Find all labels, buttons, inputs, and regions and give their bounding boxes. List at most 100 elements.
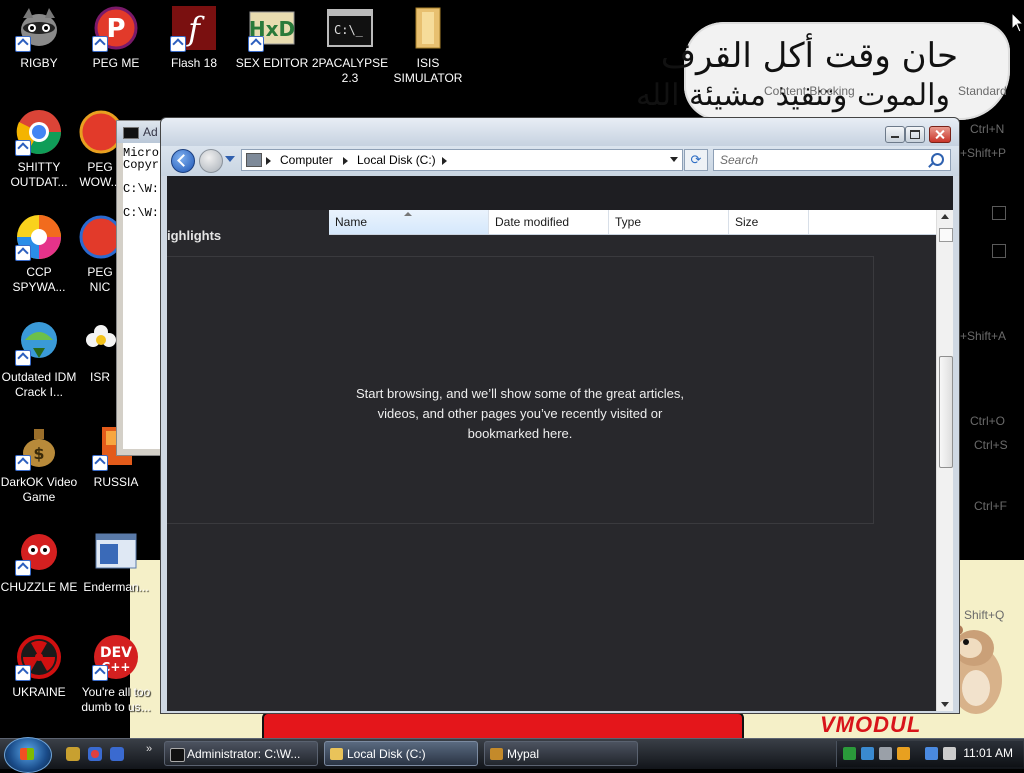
scroll-thumb[interactable] [939, 356, 953, 468]
chevron-right-icon[interactable] [266, 157, 271, 165]
svg-text:$: $ [33, 444, 44, 463]
raccoon-icon [15, 4, 63, 52]
empty-state-message: Start browsing, and we’ll show some of t… [167, 384, 873, 444]
task-local-disk[interactable]: Local Disk (C:) [324, 741, 478, 766]
mypal-icon [490, 748, 503, 760]
task-label: Local Disk (C:) [347, 747, 426, 761]
shortcut-arrow-icon [15, 665, 31, 681]
refresh-button[interactable]: ⟳ [684, 149, 708, 171]
desktop-icon-label: Flash 18 [170, 56, 218, 70]
speech-bubble: حان وقت أكل القرف والموت وتنفيذ مشيئة ال… [636, 22, 1010, 120]
document-window-icon [92, 528, 140, 576]
speech-bubble-line-1: حان وقت أكل القرف [660, 36, 958, 76]
flash-player-icon: f [170, 4, 218, 52]
quick-launch-icon[interactable] [66, 747, 80, 761]
wallpaper-text: VMODUL [820, 712, 922, 737]
volume-icon[interactable] [943, 747, 956, 760]
scroll-up-icon[interactable] [941, 214, 949, 219]
chevron-right-icon[interactable] [343, 157, 348, 165]
tray-search-icon[interactable] [897, 747, 910, 760]
desktop-icon-peg-me[interactable]: P PEG ME [77, 4, 155, 71]
scroll-top-box[interactable] [939, 228, 953, 242]
clock[interactable]: 11:01 AM [963, 746, 1013, 760]
ghost-ctrl-s: Ctrl+S [974, 438, 1008, 452]
ghost-ctrl-n: Ctrl+N [970, 122, 1005, 136]
desktop-icon-label: 2PACALYPSE 2.3 [311, 56, 389, 85]
cmd-window[interactable]: Ad Micro Copyr C:\W: C:\W: [116, 120, 164, 456]
column-header-type[interactable]: Type [609, 210, 729, 234]
desktop-icon-ukraine[interactable]: UKRAINE [0, 633, 78, 700]
column-header-row: Name Date modified Type Size [329, 210, 937, 235]
search-input[interactable]: Search [713, 149, 951, 171]
download-manager-icon [15, 318, 63, 366]
desktop-icon-label: ISIS SIMULATOR [393, 56, 463, 85]
maximize-button[interactable] [905, 126, 925, 143]
search-placeholder: Search [720, 153, 759, 167]
desktop-icon-dev-cpp[interactable]: DEV C++ You're all too dumb to us... [77, 633, 155, 715]
svg-text:C:\_: C:\_ [334, 23, 364, 37]
ghost-shift-a: +Shift+A [960, 329, 1007, 343]
hxd-editor-icon: HxD [248, 4, 296, 52]
highlights-panel: Start browsing, and we’ll show some of t… [167, 256, 874, 524]
money-bag-icon: $ [15, 423, 63, 471]
forward-button[interactable] [199, 149, 223, 173]
desktop-icon-isis-simulator[interactable]: ISIS SIMULATOR [389, 4, 467, 86]
show-desktop-icon[interactable] [110, 747, 124, 761]
desktop-icon-sex-editor[interactable]: HxD SEX EDITOR [233, 4, 311, 71]
back-button[interactable] [171, 149, 195, 173]
desktop-icon-label: UKRAINE [12, 685, 66, 699]
desktop-icon-label: SHITTY OUTDAT... [10, 160, 68, 189]
minimize-button[interactable] [885, 126, 905, 143]
desktop-icon-2pacalypse[interactable]: C:\_ 2PACALYPSE 2.3 [311, 4, 389, 86]
shortcut-arrow-icon [248, 36, 264, 52]
tray-app-icon[interactable] [861, 747, 874, 760]
desktop-icon-darkok[interactable]: $ DarkOK Video Game [0, 423, 78, 505]
desktop-icon-outdated-idm[interactable]: Outdated IDM Crack I... [0, 318, 78, 400]
desktop-icon-label: PEG ME [92, 56, 140, 70]
desktop-icon-rigby[interactable]: RIGBY [0, 4, 78, 71]
ghost-content-blocking: Content Blocking [764, 84, 855, 98]
task-cmd[interactable]: Administrator: C:\W... [164, 741, 318, 766]
ghost-standard: Standard [958, 84, 1007, 98]
task-mypal[interactable]: Mypal [484, 741, 638, 766]
desktop-icon-chuzzle-me[interactable]: CHUZZLE ME [0, 528, 78, 595]
desktop-icon-label: CCP SPYWA... [12, 265, 66, 294]
more-quick-launch-icon[interactable]: » [146, 743, 152, 755]
breadcrumb-local-disk[interactable]: Local Disk (C:) [357, 153, 436, 167]
svg-text:DEV: DEV [100, 645, 132, 661]
shortcut-arrow-icon [92, 36, 108, 52]
ghost-ctrl-f: Ctrl+F [974, 499, 1007, 513]
empty-state-line: Start browsing, and we’ll show some of t… [355, 386, 685, 401]
desktop-icon-ccp-spyware[interactable]: CCP SPYWA... [0, 213, 78, 295]
address-dropdown-icon[interactable] [670, 157, 678, 162]
tray-app-icon[interactable] [879, 747, 892, 760]
quick-launch-icon[interactable] [88, 747, 102, 761]
explorer-content: ighlights Name Date modified Type Size S… [167, 176, 953, 711]
chevron-right-icon[interactable] [442, 157, 447, 165]
breadcrumb-computer[interactable]: Computer [280, 153, 333, 167]
ghost-expand-icon [992, 206, 1006, 220]
close-button[interactable] [929, 126, 951, 143]
desktop-icon-label: DarkOK Video Game [0, 475, 78, 504]
radiation-icon [15, 633, 63, 681]
desktop-icon-shitty-outdated[interactable]: SHITTY OUTDAT... [0, 108, 78, 190]
desktop-icon-flash-18[interactable]: f Flash 18 [155, 4, 233, 71]
column-header-name[interactable]: Name [329, 210, 489, 234]
search-icon[interactable] [931, 153, 944, 166]
tray-network-app-icon[interactable] [843, 747, 856, 760]
recent-pages-dropdown-icon[interactable] [225, 156, 235, 162]
console-window-icon: C:\_ [326, 4, 374, 52]
column-header-size[interactable]: Size [729, 210, 809, 234]
column-header-date-modified[interactable]: Date modified [489, 210, 609, 234]
address-bar[interactable]: Computer Local Disk (C:) [241, 149, 683, 171]
mouse-cursor-icon [1011, 12, 1024, 33]
vertical-scrollbar[interactable] [936, 210, 953, 711]
shortcut-arrow-icon [92, 455, 108, 471]
desktop-icon-enderman[interactable]: Enderman... [77, 528, 155, 595]
explorer-titlebar[interactable] [161, 118, 959, 146]
explorer-window[interactable]: Computer Local Disk (C:) ⟳ Search ighlig… [160, 117, 960, 714]
shortcut-arrow-icon [15, 140, 31, 156]
cmd-titlebar[interactable]: Ad [117, 121, 163, 143]
scroll-down-icon[interactable] [941, 702, 949, 707]
network-icon[interactable] [925, 747, 938, 760]
